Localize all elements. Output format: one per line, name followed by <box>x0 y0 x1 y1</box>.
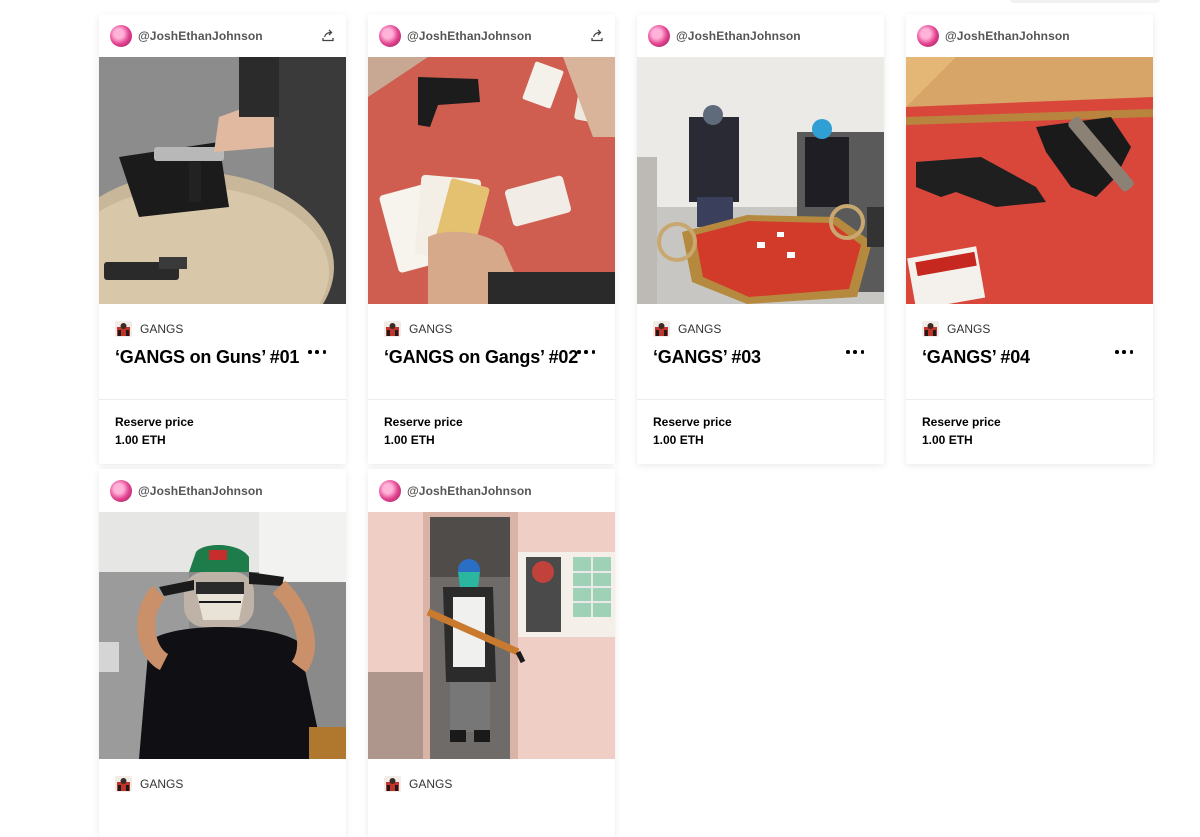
creator-username[interactable]: @JoshEthanJohnson <box>407 484 532 498</box>
card-body: GANGS ‘GANGS’ #03 <box>637 304 884 382</box>
collection-row[interactable]: GANGS <box>384 320 599 337</box>
card-body: GANGS <box>368 759 615 837</box>
creator-username[interactable]: @JoshEthanJohnson <box>138 484 263 498</box>
avatar[interactable] <box>917 24 939 47</box>
card-header: @JoshEthanJohnson <box>637 14 884 57</box>
collection-icon <box>922 320 939 337</box>
artwork-image[interactable] <box>99 57 346 304</box>
card-header: @JoshEthanJohnson <box>368 14 615 57</box>
reserve-price-label: Reserve price <box>115 415 194 429</box>
artwork-title[interactable]: ‘GANGS on Guns’ #01 <box>115 347 330 368</box>
artwork-card[interactable]: @JoshEthanJohnson <box>637 14 884 464</box>
collection-icon <box>653 320 670 337</box>
artwork-image[interactable] <box>99 512 346 759</box>
artwork-card[interactable]: @JoshEthanJohnson <box>99 14 346 464</box>
reserve-price-label: Reserve price <box>384 415 463 429</box>
reserve-price-value: 1.00 ETH <box>653 433 704 447</box>
avatar[interactable] <box>379 479 401 502</box>
collection-icon <box>115 320 132 337</box>
card-body: GANGS ‘GANGS’ #04 <box>906 304 1153 382</box>
artwork-title[interactable]: ‘GANGS on Gangs’ #02 <box>384 347 599 368</box>
share-icon[interactable] <box>320 27 336 43</box>
card-header: @JoshEthanJohnson <box>99 469 346 512</box>
avatar[interactable] <box>648 24 670 47</box>
artwork-card[interactable]: @JoshEthanJohnson <box>906 14 1153 464</box>
collection-row[interactable]: GANGS <box>115 320 330 337</box>
artwork-image[interactable] <box>637 57 884 304</box>
collection-name: GANGS <box>409 321 453 336</box>
creator-username[interactable]: @JoshEthanJohnson <box>676 29 801 43</box>
card-body: GANGS ‘GANGS on Guns’ #01 <box>99 304 346 382</box>
artwork-card[interactable]: @JoshEthanJohnson <box>368 469 615 837</box>
card-header: @JoshEthanJohnson <box>906 14 1153 57</box>
more-options-icon[interactable] <box>846 346 864 358</box>
more-options-icon[interactable] <box>308 346 326 358</box>
creator-username[interactable]: @JoshEthanJohnson <box>407 29 532 43</box>
card-header: @JoshEthanJohnson <box>368 469 615 512</box>
reserve-price-value: 1.00 ETH <box>384 433 435 447</box>
price-block: Reserve price 1.00 ETH <box>99 400 346 464</box>
reserve-price-value: 1.00 ETH <box>922 433 973 447</box>
avatar[interactable] <box>110 24 132 47</box>
collection-name: GANGS <box>678 321 722 336</box>
share-icon[interactable] <box>589 27 605 43</box>
more-options-icon[interactable] <box>577 346 595 358</box>
artwork-card[interactable]: @JoshEthanJohnson <box>99 469 346 837</box>
artwork-card[interactable]: @JoshEthanJohnson <box>368 14 615 464</box>
card-body: GANGS ‘GANGS on Gangs’ #02 <box>368 304 615 382</box>
more-options-icon[interactable] <box>1115 346 1133 358</box>
reserve-price-label: Reserve price <box>922 415 1001 429</box>
artwork-title[interactable]: ‘GANGS’ #03 <box>653 347 868 368</box>
price-block: Reserve price 1.00 ETH <box>906 400 1153 464</box>
collection-name: GANGS <box>140 321 184 336</box>
collection-icon <box>384 320 401 337</box>
card-header: @JoshEthanJohnson <box>99 14 346 57</box>
top-bar-edge <box>1010 0 1160 3</box>
price-block: Reserve price 1.00 ETH <box>368 400 615 464</box>
artwork-title[interactable]: ‘GANGS’ #04 <box>922 347 1137 368</box>
card-body: GANGS <box>99 759 346 837</box>
collection-row[interactable]: GANGS <box>922 320 1137 337</box>
creator-username[interactable]: @JoshEthanJohnson <box>945 29 1070 43</box>
avatar[interactable] <box>379 24 401 47</box>
reserve-price-value: 1.00 ETH <box>115 433 166 447</box>
reserve-price-label: Reserve price <box>653 415 732 429</box>
creator-username[interactable]: @JoshEthanJohnson <box>138 29 263 43</box>
collection-name: GANGS <box>947 321 991 336</box>
artwork-image[interactable] <box>368 512 615 759</box>
artwork-image[interactable] <box>906 57 1153 304</box>
avatar[interactable] <box>110 479 132 502</box>
artwork-image[interactable] <box>368 57 615 304</box>
collection-row[interactable]: GANGS <box>653 320 868 337</box>
price-block: Reserve price 1.00 ETH <box>637 400 884 464</box>
